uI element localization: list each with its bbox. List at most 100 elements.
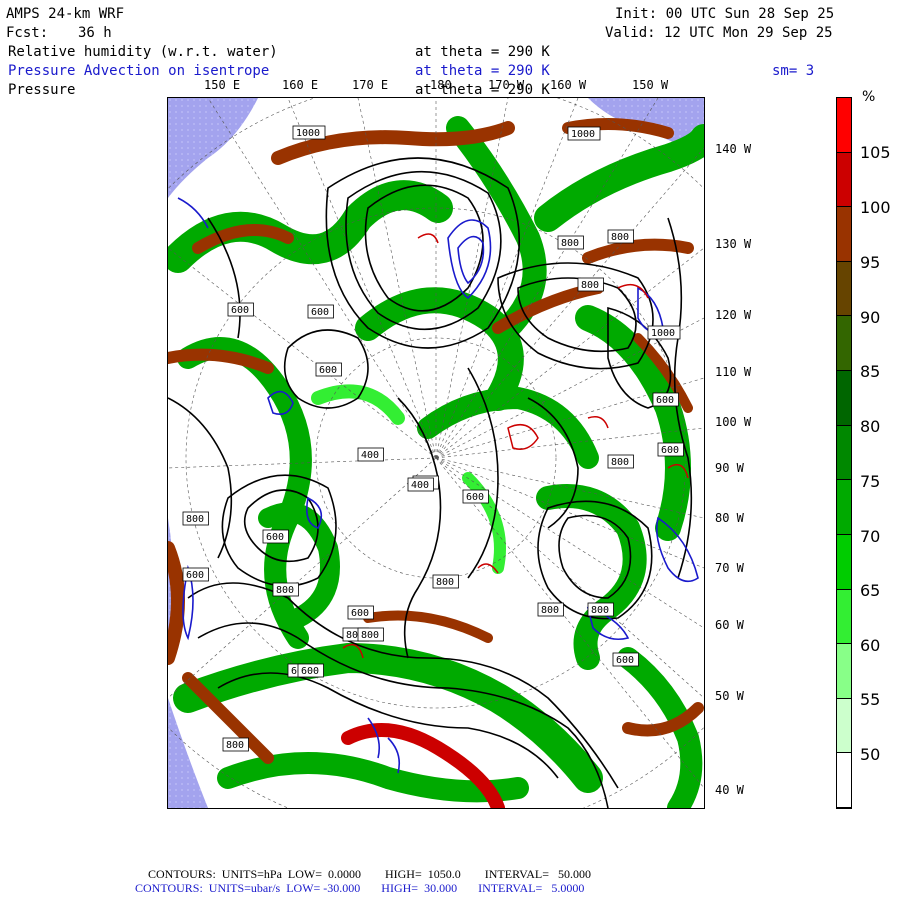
colorbar-unit: %	[862, 89, 876, 105]
pressure-label: 800	[587, 602, 614, 617]
colorbar-label: 60	[860, 636, 881, 655]
svg-text:800: 800	[436, 577, 454, 588]
colorbar-segment	[837, 644, 851, 699]
colorbar-label: 85	[860, 362, 881, 381]
forecast-label: Fcst:	[6, 25, 49, 41]
pressure-label: 800	[182, 511, 209, 526]
top-lon-label: 180	[430, 78, 452, 92]
top-lon-label: 160 W	[550, 78, 587, 92]
colorbar-segment	[837, 425, 851, 481]
colorbar-segment	[837, 589, 851, 645]
svg-text:800: 800	[561, 238, 579, 249]
svg-text:400: 400	[411, 480, 429, 491]
pressure-label: 600	[297, 663, 324, 678]
svg-text:800: 800	[186, 514, 204, 525]
right-lon-label: 50 W	[715, 689, 744, 703]
right-lon-label: 60 W	[715, 618, 744, 632]
colorbar-segment	[837, 152, 851, 208]
field1-level: at theta = 290 K	[415, 44, 550, 60]
svg-text:1000: 1000	[651, 328, 675, 339]
forecast-hour: 36 h	[78, 25, 112, 41]
svg-text:400: 400	[361, 450, 379, 461]
pressure-label: 600	[307, 304, 334, 319]
top-lon-label: 160 E	[282, 78, 319, 92]
colorbar-segment	[837, 98, 851, 153]
field1-title: Relative humidity (w.r.t. water)	[8, 44, 278, 60]
ocean-top-left	[168, 98, 258, 198]
svg-text:800: 800	[361, 630, 379, 641]
right-lon-label: 100 W	[715, 415, 752, 429]
colorbar-label: 90	[860, 308, 881, 327]
svg-text:600: 600	[661, 445, 679, 456]
pressure-label: 600	[652, 392, 679, 407]
colorbar-label: 70	[860, 527, 881, 546]
svg-text:600: 600	[351, 608, 369, 619]
init-time: Init: 00 UTC Sun 28 Sep 25	[615, 6, 835, 22]
colorbar-segment	[837, 316, 851, 372]
pressure-label: 800	[432, 574, 459, 589]
svg-text:600: 600	[656, 395, 674, 406]
svg-text:600: 600	[311, 307, 329, 318]
svg-text:600: 600	[319, 365, 337, 376]
svg-text:600: 600	[616, 655, 634, 666]
pressure-label: 800	[537, 602, 564, 617]
right-lon-label: 70 W	[715, 561, 744, 575]
svg-text:800: 800	[611, 232, 629, 243]
right-lon-label: 90 W	[715, 461, 744, 475]
pressure-label: 1000	[647, 325, 681, 340]
svg-text:600: 600	[266, 532, 284, 543]
pressure-label: 800	[607, 454, 634, 469]
pressure-label: 800	[272, 582, 299, 597]
svg-text:1000: 1000	[571, 129, 595, 140]
right-lon-label: 130 W	[715, 237, 752, 251]
svg-text:600: 600	[301, 666, 319, 677]
colorbar-label: 95	[860, 253, 881, 272]
field3-title: Pressure	[8, 82, 76, 98]
colorbar-label: 100	[860, 198, 891, 217]
right-lon-label: 80 W	[715, 511, 744, 525]
pressure-label: 600	[657, 442, 684, 457]
svg-text:800: 800	[581, 280, 599, 291]
valid-time: Valid: 12 UTC Mon 29 Sep 25	[605, 25, 833, 41]
pressure-label: 1000	[292, 125, 326, 140]
right-lon-label: 120 W	[715, 308, 752, 322]
svg-text:1000: 1000	[296, 128, 320, 139]
model-title: AMPS 24-km WRF	[6, 6, 125, 22]
top-lon-label: 170 E	[352, 78, 389, 92]
colorbar-segment	[837, 698, 851, 754]
right-lon-label: 110 W	[715, 365, 752, 379]
right-lon-label: 140 W	[715, 142, 752, 156]
colorbar-segment	[837, 480, 851, 535]
pressure-label: 800	[222, 737, 249, 752]
top-lon-label: 170 W	[488, 78, 525, 92]
svg-text:800: 800	[226, 740, 244, 751]
map-field-svg: 1000 800 800 800 600 600 600 400 400 600 800 800 600…	[168, 98, 704, 808]
svg-text:800: 800	[276, 585, 294, 596]
colorbar-label: 50	[860, 745, 881, 764]
colorbar-segment	[837, 371, 851, 426]
pressure-label: 600	[612, 652, 639, 667]
svg-text:800: 800	[611, 457, 629, 468]
ocean-bottom-left	[168, 698, 208, 808]
right-lon-label: 40 W	[715, 783, 744, 797]
colorbar-segment	[837, 753, 851, 808]
colorbar	[836, 97, 852, 809]
field2-smoothing: sm= 3	[772, 63, 815, 79]
pressure-label: 800	[357, 627, 384, 642]
colorbar-segment	[837, 207, 851, 262]
pressure-label: 600	[182, 567, 209, 582]
colorbar-label: 55	[860, 690, 881, 709]
svg-text:800: 800	[591, 605, 609, 616]
top-lon-label: 150 E	[204, 78, 241, 92]
svg-text:600: 600	[186, 570, 204, 581]
pressure-label: 400	[357, 447, 384, 462]
colorbar-segment	[837, 261, 851, 317]
colorbar-segment	[837, 534, 851, 590]
footer-contours-pressure: CONTOURS: UNITS=hPa LOW= 0.0000 HIGH= 10…	[148, 867, 591, 881]
svg-text:600: 600	[231, 305, 249, 316]
colorbar-label: 65	[860, 581, 881, 600]
pressure-label: 600	[315, 362, 342, 377]
pressure-label: 600	[462, 489, 489, 504]
pressure-label: 800	[577, 277, 604, 292]
svg-text:600: 600	[466, 492, 484, 503]
